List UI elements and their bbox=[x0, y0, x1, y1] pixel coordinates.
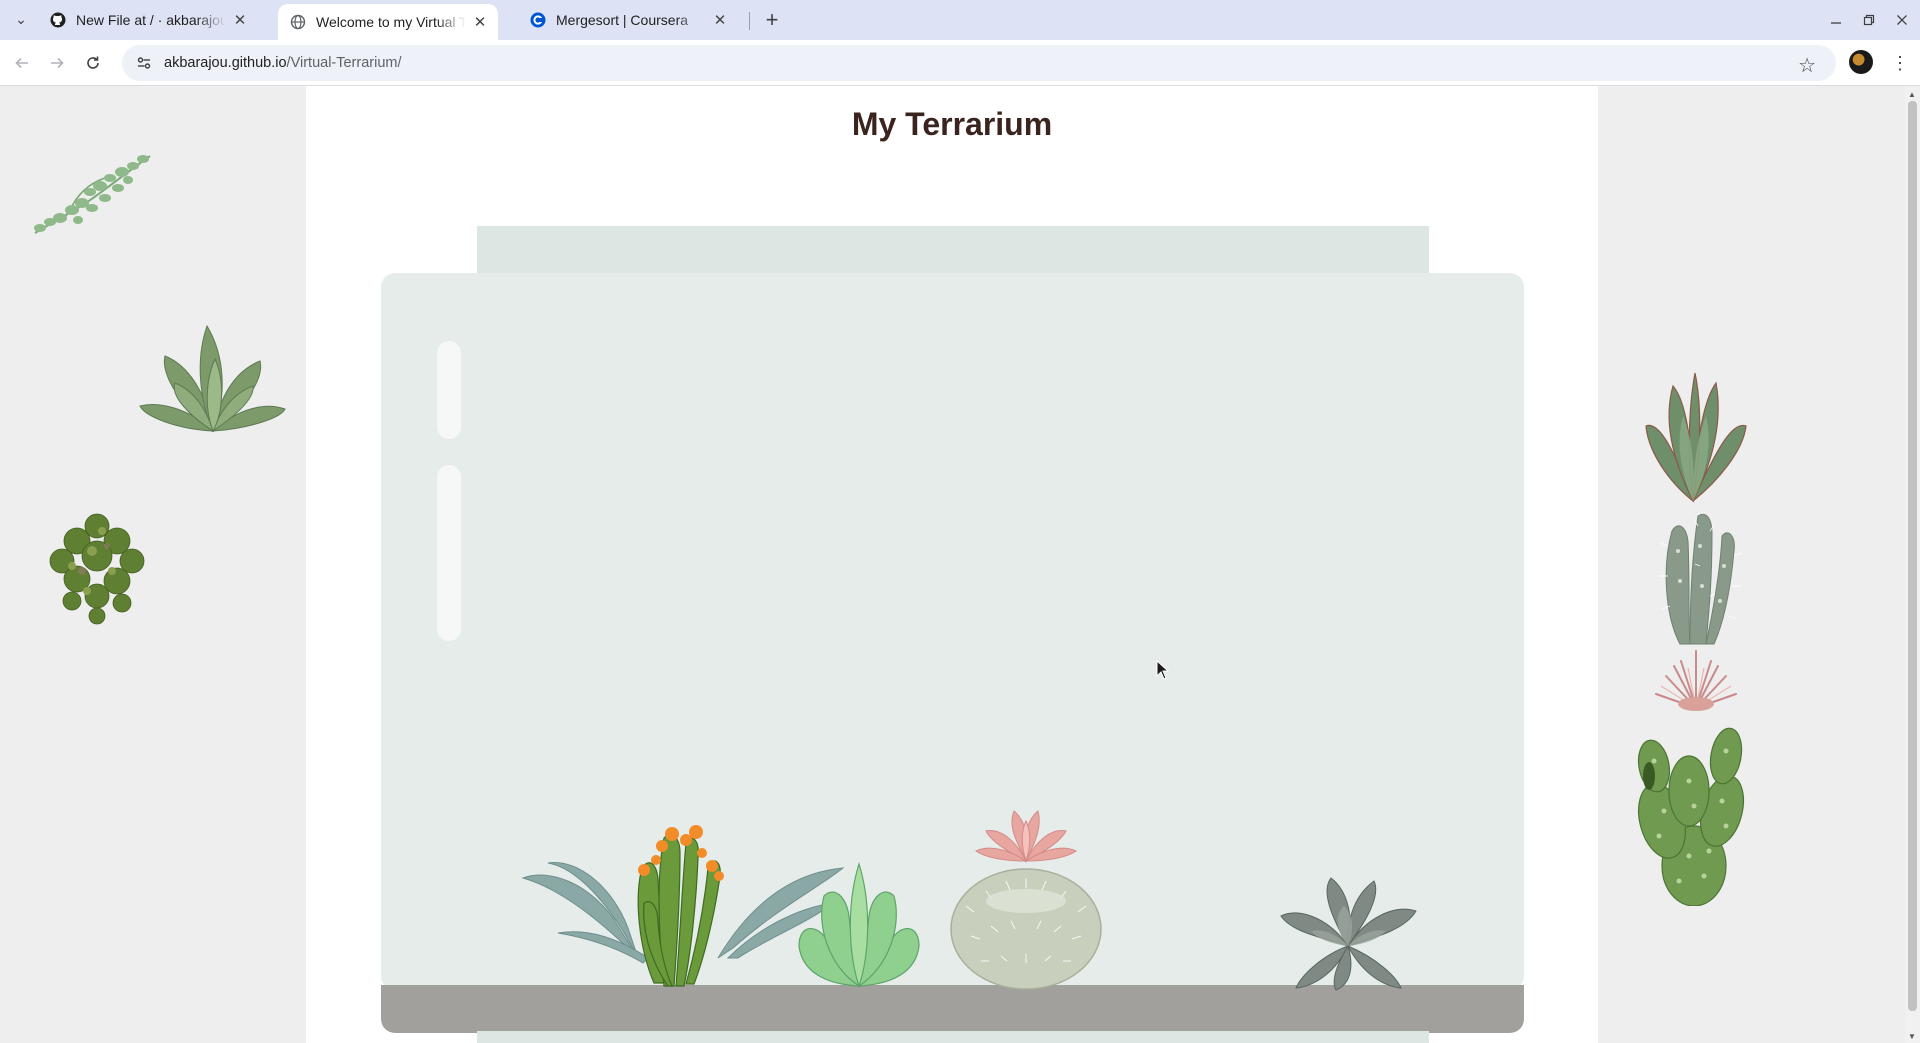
forward-icon[interactable] bbox=[44, 50, 70, 76]
plant-9[interactable] bbox=[624, 808, 734, 988]
right-plant-holder bbox=[1598, 86, 1905, 1043]
new-tab-button[interactable]: + bbox=[758, 6, 786, 34]
scroll-down-arrow-icon[interactable]: ▼ bbox=[1908, 1032, 1916, 1041]
url-domain: akbarajou.github.io bbox=[164, 55, 287, 71]
tab-search-icon[interactable]: ⌄ bbox=[10, 8, 32, 30]
page-title: My Terrarium bbox=[851, 106, 1053, 142]
globe-icon bbox=[290, 14, 306, 30]
site-info-icon[interactable] bbox=[134, 53, 154, 73]
plant-5[interactable] bbox=[1650, 506, 1745, 646]
page-scrollbar[interactable]: ▲ ▼ bbox=[1905, 86, 1920, 1043]
close-window-icon[interactable] bbox=[1888, 8, 1916, 32]
github-icon bbox=[50, 12, 66, 28]
close-tab-icon[interactable]: ✕ bbox=[232, 11, 248, 29]
plant-2[interactable] bbox=[135, 321, 290, 446]
url-text: akbarajou.github.io/Virtual-Terrarium/ bbox=[164, 55, 402, 71]
tab-strip: ⌄ New File at / · akbarajou/Virtual-Terr… bbox=[0, 0, 1920, 40]
address-bar[interactable]: akbarajou.github.io/Virtual-Terrarium/ ☆ bbox=[122, 45, 1836, 81]
mouse-cursor-icon bbox=[1156, 660, 1170, 680]
tab-title: New File at / · akbarajou/Virtual-Terrar… bbox=[76, 12, 226, 28]
jar-glossy-long bbox=[437, 341, 461, 439]
tab-title: Welcome to my Virtual Terrarium bbox=[316, 14, 466, 30]
jar-glossy-short bbox=[437, 465, 461, 641]
tab-coursera[interactable]: Mergesort | Coursera ✕ bbox=[518, 4, 738, 36]
bookmark-star-icon[interactable]: ☆ bbox=[1798, 53, 1816, 78]
plant-3[interactable] bbox=[42, 501, 152, 626]
plant-12[interactable] bbox=[1276, 876, 1421, 991]
tab-terrarium[interactable]: Welcome to my Virtual Terrarium ✕ bbox=[278, 4, 498, 40]
plant-4[interactable] bbox=[1638, 371, 1753, 506]
tab-github[interactable]: New File at / · akbarajou/Virtual-Terrar… bbox=[38, 4, 258, 36]
reload-icon[interactable] bbox=[80, 50, 106, 76]
url-path: /Virtual-Terrarium/ bbox=[286, 55, 402, 71]
tab-separator bbox=[749, 12, 750, 30]
coursera-icon bbox=[530, 12, 546, 28]
browser-menu-icon[interactable]: ⋮ bbox=[1890, 50, 1910, 76]
profile-avatar[interactable] bbox=[1849, 50, 1873, 74]
terrarium-area: My Terrarium bbox=[306, 86, 1598, 1043]
page-viewport: My Terrarium bbox=[0, 86, 1905, 1043]
back-icon[interactable] bbox=[9, 50, 35, 76]
restore-icon[interactable] bbox=[1855, 8, 1883, 32]
plant-7[interactable] bbox=[1634, 716, 1749, 906]
plant-11[interactable] bbox=[946, 786, 1106, 991]
tab-title: Mergesort | Coursera bbox=[556, 12, 689, 28]
scroll-up-arrow-icon[interactable]: ▲ bbox=[1908, 90, 1916, 99]
jar-top bbox=[477, 226, 1429, 276]
close-tab-icon[interactable]: ✕ bbox=[472, 13, 488, 31]
scrollbar-thumb[interactable] bbox=[1908, 101, 1917, 1011]
jar-bottom bbox=[477, 1031, 1429, 1043]
jar-dirt bbox=[381, 985, 1524, 1033]
browser-toolbar: akbarajou.github.io/Virtual-Terrarium/ ☆… bbox=[0, 40, 1920, 86]
left-plant-holder bbox=[0, 86, 306, 1043]
plant-6[interactable] bbox=[1646, 646, 1746, 711]
close-tab-icon[interactable]: ✕ bbox=[712, 11, 728, 29]
minimize-icon[interactable] bbox=[1822, 8, 1850, 32]
plant-1[interactable] bbox=[30, 148, 160, 238]
plant-10[interactable] bbox=[794, 856, 924, 991]
